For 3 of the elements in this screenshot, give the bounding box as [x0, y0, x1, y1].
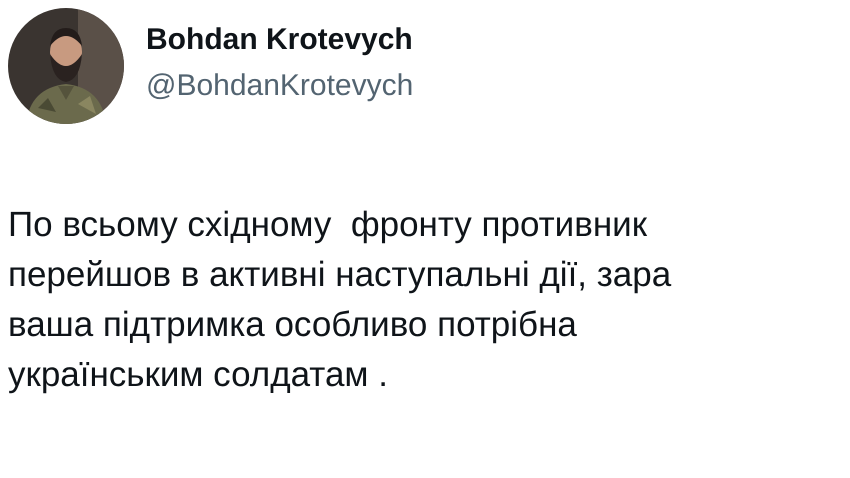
- author-name[interactable]: Bohdan Krotevych: [146, 23, 414, 57]
- author-handle[interactable]: @BohdanKrotevych: [146, 69, 414, 103]
- tweet-text: По всьому східному фронту противник перейшов в активні наступальні дії, зара ваша підтримка особливо потрібна українським солдатам .: [8, 204, 672, 396]
